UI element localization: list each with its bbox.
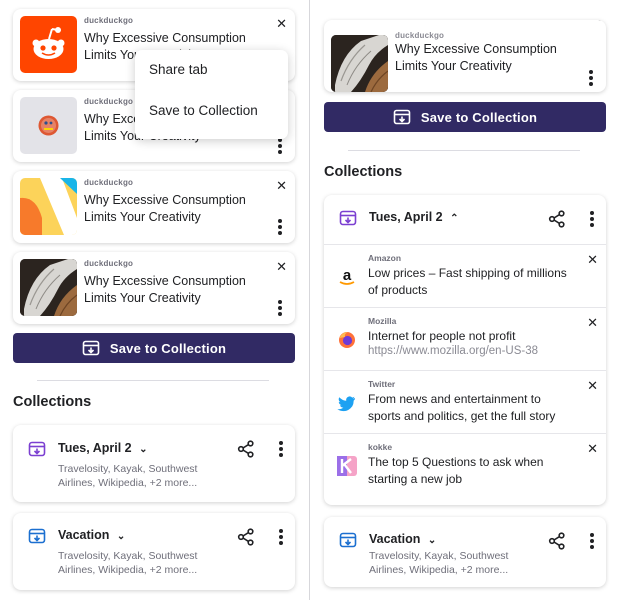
more-options-icon[interactable]: [274, 138, 286, 154]
collection-card-expanded[interactable]: Tues, April 2 ⌃ a Amazon Low prices – Fa…: [324, 195, 606, 505]
tab-source: duckduckgo: [84, 16, 134, 25]
item-url: https://www.mozilla.org/en-US-38: [368, 345, 539, 357]
abstract-art-image: [20, 178, 77, 235]
close-icon[interactable]: ✕: [276, 179, 287, 192]
close-icon[interactable]: ✕: [276, 17, 287, 30]
twitter-icon: [337, 393, 357, 413]
collection-title[interactable]: Tues, April 2 ⌃: [369, 210, 459, 224]
tab-source: duckduckgo: [84, 259, 134, 268]
item-title: Low prices – Fast shipping of millions o…: [368, 266, 567, 297]
tab-source: duckduckgo: [395, 31, 445, 40]
item-title: Internet for people not profit: [368, 329, 516, 343]
collection-title[interactable]: Vacation ⌄: [58, 528, 125, 542]
save-to-collection-button[interactable]: Save to Collection: [324, 102, 606, 132]
more-options-icon[interactable]: [274, 300, 286, 316]
kokke-icon: [337, 456, 357, 476]
item-source: Mozilla: [368, 316, 397, 326]
menu-item-save-to-collection[interactable]: Save to Collection: [149, 103, 258, 118]
close-icon[interactable]: ✕: [587, 316, 598, 329]
duckduckgo-logo-thumbnail: [20, 97, 77, 154]
save-to-collection-button[interactable]: Save to Collection: [13, 333, 295, 363]
archive-download-icon: [82, 340, 100, 356]
wood-texture-image: [331, 35, 388, 92]
tab-source: duckduckgo: [84, 97, 134, 106]
left-panel: duckduckgo Why Excessive Consumption Lim…: [0, 0, 309, 600]
close-icon[interactable]: ✕: [587, 253, 598, 266]
more-options-icon[interactable]: [275, 529, 287, 545]
collection-item[interactable]: kokke The top 5 Questions to ask when st…: [324, 433, 606, 505]
share-icon[interactable]: [548, 210, 566, 228]
share-icon[interactable]: [548, 532, 566, 550]
item-source: kokke: [368, 442, 393, 452]
more-options-icon[interactable]: [585, 70, 597, 86]
more-options-icon[interactable]: [586, 533, 598, 549]
close-icon[interactable]: ✕: [587, 442, 598, 455]
chevron-down-icon[interactable]: ⌄: [428, 535, 436, 546]
collections-heading: Collections: [13, 394, 92, 410]
tab-context-menu: Share tab Save to Collection: [135, 50, 288, 139]
menu-item-share-tab[interactable]: Share tab: [149, 62, 208, 77]
share-icon[interactable]: [237, 528, 255, 546]
collection-item[interactable]: a Amazon Low prices – Fast shipping of m…: [324, 244, 606, 308]
tab-title: Why Excessive Consumption Limits Your Cr…: [84, 193, 246, 224]
collection-icon: [339, 210, 357, 226]
item-source: Amazon: [368, 253, 402, 263]
collection-subtitle: Travelosity, Kayak, Southwest Airlines, …: [369, 550, 509, 576]
collection-title[interactable]: Vacation ⌄: [369, 532, 436, 546]
more-options-icon[interactable]: [586, 211, 598, 227]
chevron-down-icon[interactable]: ⌄: [139, 444, 147, 455]
close-icon[interactable]: ✕: [587, 379, 598, 392]
reddit-icon: [32, 27, 65, 59]
collection-icon: [28, 528, 46, 544]
collections-heading: Collections: [324, 164, 403, 180]
collection-title[interactable]: Tues, April 2 ⌄: [58, 441, 148, 455]
save-button-label: Save to Collection: [420, 109, 538, 125]
collection-item[interactable]: Mozilla Internet for people not profit h…: [324, 307, 606, 371]
collection-item[interactable]: Twitter From news and entertainment to s…: [324, 370, 606, 434]
more-options-icon[interactable]: [274, 219, 286, 235]
tab-title: Why Excessive Consumption Limits Your Cr…: [395, 42, 557, 73]
save-button-label: Save to Collection: [109, 340, 227, 356]
tab-card[interactable]: duckduckgo Why Excessive Consumption Lim…: [324, 20, 606, 92]
collection-subtitle: Travelosity, Kayak, Southwest Airlines, …: [58, 463, 198, 489]
close-icon[interactable]: ✕: [276, 260, 287, 273]
chevron-up-icon[interactable]: ⌃: [450, 213, 458, 224]
tab-card[interactable]: duckduckgo Why Excessive Consumption Lim…: [13, 252, 295, 324]
item-title: From news and entertainment to sports an…: [368, 392, 556, 423]
tab-title: Why Excessive Consumption Limits Your Cr…: [84, 274, 246, 305]
collection-icon: [339, 532, 357, 548]
collection-card[interactable]: Vacation ⌄ Travelosity, Kayak, Southwest…: [13, 513, 295, 590]
right-panel: duckduckgo Why Excessive Consumption Lim…: [310, 0, 618, 600]
collection-card[interactable]: Vacation ⌄ Travelosity, Kayak, Southwest…: [324, 517, 606, 587]
tab-source: duckduckgo: [84, 178, 134, 187]
collection-subtitle: Travelosity, Kayak, Southwest Airlines, …: [58, 550, 198, 576]
firefox-icon: [337, 330, 357, 350]
collection-card[interactable]: Tues, April 2 ⌄ Travelosity, Kayak, Sout…: [13, 425, 295, 502]
item-source: Twitter: [368, 379, 396, 389]
duckduckgo-icon: [38, 115, 59, 136]
collection-icon: [28, 441, 46, 457]
reddit-logo-thumbnail: [20, 16, 77, 73]
divider: [348, 150, 580, 151]
svg-text:a: a: [343, 267, 352, 284]
divider: [37, 380, 269, 381]
amazon-icon: a: [337, 267, 357, 287]
wood-texture-thumbnail: [331, 35, 388, 92]
archive-download-icon: [393, 109, 411, 125]
chevron-down-icon[interactable]: ⌄: [117, 531, 125, 542]
share-icon[interactable]: [237, 440, 255, 458]
abstract-art-thumbnail: [20, 178, 77, 235]
more-options-icon[interactable]: [275, 441, 287, 457]
item-title: The top 5 Questions to ask when starting…: [368, 455, 544, 486]
wood-texture-image: [20, 259, 77, 316]
wood-texture-thumbnail: [20, 259, 77, 316]
tab-card[interactable]: duckduckgo Why Excessive Consumption Lim…: [13, 171, 295, 243]
